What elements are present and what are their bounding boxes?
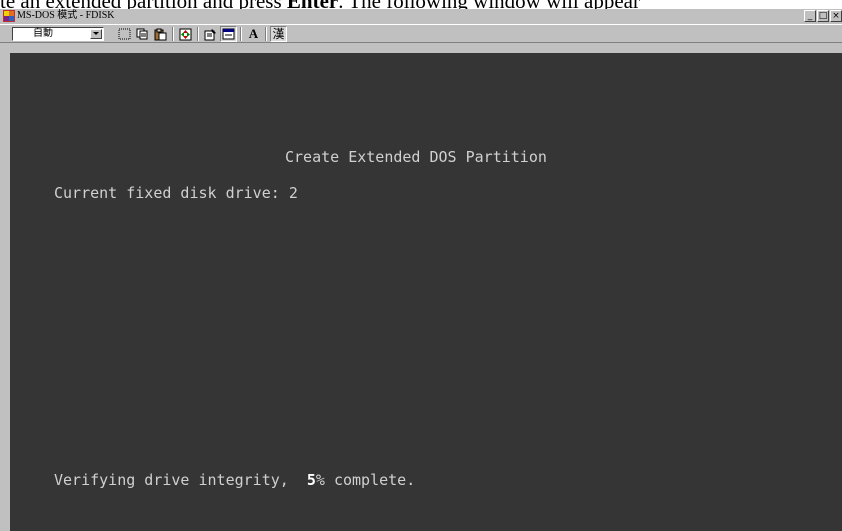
fullscreen-button[interactable] (177, 26, 194, 42)
toolbar-divider (265, 27, 267, 41)
chevron-down-icon[interactable] (90, 29, 102, 39)
progress-suffix: % complete. (315, 471, 416, 489)
font-button[interactable]: A (245, 26, 262, 42)
console-screen[interactable]: Create Extended DOS Partition Current fi… (10, 53, 842, 531)
copy-button[interactable] (134, 26, 151, 42)
window-title: MS-DOS 模式 - FDISK (17, 10, 115, 21)
toolbar-divider (172, 27, 174, 41)
progress-percent: 5 (306, 471, 316, 489)
copy-icon (136, 28, 148, 40)
background-button[interactable] (220, 26, 237, 42)
background-icon (222, 28, 235, 40)
progress-prefix: Verifying drive integrity, (54, 471, 307, 489)
ime-button[interactable]: 漢 (270, 26, 287, 42)
mark-icon (118, 28, 131, 40)
font-size-select[interactable]: 自動 (12, 27, 104, 41)
window-controls: _ □ × (804, 10, 842, 22)
paste-icon (154, 28, 167, 40)
toolbar-divider (240, 27, 242, 41)
msdos-window: MS-DOS 模式 - FDISK _ □ × 自動 A 漢 Create Ex… (0, 9, 842, 531)
paste-button[interactable] (152, 26, 169, 42)
msdos-app-icon[interactable] (3, 10, 15, 22)
minimize-button[interactable]: _ (804, 10, 816, 22)
drive-label: Current fixed disk drive: (54, 184, 289, 202)
fullscreen-icon (179, 28, 192, 40)
font-icon: A (248, 26, 259, 41)
drive-line: Current fixed disk drive: 2 (54, 184, 298, 202)
ime-icon: 漢 (272, 27, 285, 41)
properties-icon (204, 28, 216, 40)
title-bar[interactable]: MS-DOS 模式 - FDISK _ □ × (0, 9, 842, 23)
font-size-value: 自動 (33, 28, 53, 39)
progress-line: Verifying drive integrity, 5% complete. (54, 471, 415, 489)
mark-button[interactable] (116, 26, 133, 42)
properties-button[interactable] (202, 26, 219, 42)
drive-value: 2 (288, 184, 298, 202)
close-button[interactable]: × (830, 10, 842, 22)
toolbar-divider (197, 27, 199, 41)
maximize-button[interactable]: □ (817, 10, 829, 22)
toolbar: 自動 A 漢 (0, 24, 842, 43)
console-heading: Create Extended DOS Partition (285, 148, 547, 166)
